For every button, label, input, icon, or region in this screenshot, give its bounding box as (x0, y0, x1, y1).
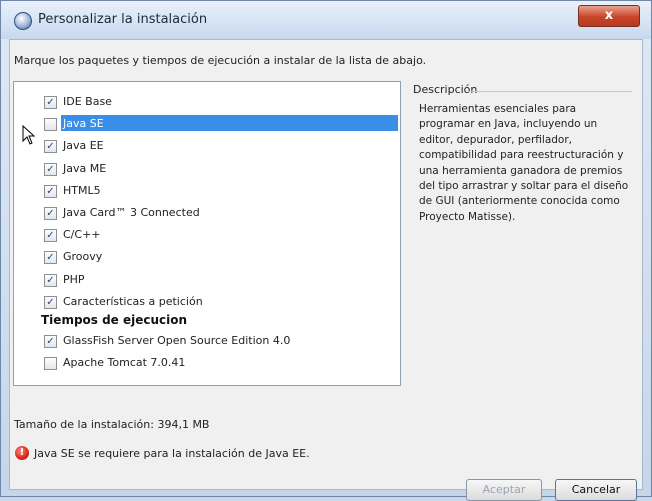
package-item[interactable]: ✓ Java Card™ 3 Connected (14, 204, 400, 225)
description-text: Herramientas esenciales para programar e… (419, 103, 629, 223)
description-title: Descripción (413, 83, 478, 96)
close-button[interactable]: x (578, 5, 640, 27)
package-label: Java EE (63, 139, 104, 152)
package-label: Groovy (63, 250, 103, 263)
package-list[interactable]: ✓ IDE Base Java SE ✓ Java EE ✓ Java ME ✓ HTML5 ✓ J… (13, 81, 401, 386)
description-divider (468, 91, 632, 92)
package-label: IDE Base (63, 95, 112, 108)
selection-highlight (61, 115, 398, 131)
checkbox-checked[interactable]: ✓ (44, 251, 57, 264)
package-label: Características a petición (63, 295, 203, 308)
package-label: PHP (63, 273, 85, 286)
netbeans-app-icon (14, 12, 32, 30)
error-icon: ! (15, 446, 29, 460)
package-label: Apache Tomcat 7.0.41 (63, 356, 186, 369)
package-label: Java SE (63, 117, 104, 130)
package-label: GlassFish Server Open Source Edition 4.0 (63, 334, 291, 347)
package-item[interactable]: ✓ C/C++ (14, 226, 400, 247)
package-item[interactable]: ✓ Características a petición (14, 293, 400, 314)
package-item[interactable]: Java SE (14, 115, 400, 136)
package-label: Java ME (63, 162, 107, 175)
runtimes-header: Tiempos de ejecucion (41, 313, 188, 327)
package-label: HTML5 (63, 184, 101, 197)
package-item[interactable]: ✓ Java ME (14, 160, 400, 181)
package-item[interactable]: Apache Tomcat 7.0.41 (14, 354, 400, 375)
package-item[interactable]: ✓ Java EE (14, 137, 400, 158)
package-item[interactable]: ✓ PHP (14, 271, 400, 292)
title-bar[interactable]: Personalizar la instalación x (1, 1, 651, 39)
package-item[interactable]: ✓ GlassFish Server Open Source Edition 4.… (14, 332, 400, 353)
cancel-button[interactable]: Cancelar (555, 479, 637, 501)
mouse-cursor-icon (22, 125, 36, 145)
installer-window: Personalizar la instalación x Marque los… (0, 0, 652, 501)
accept-button[interactable]: Aceptar (466, 479, 542, 501)
checkbox-checked[interactable]: ✓ (44, 96, 57, 109)
package-item[interactable]: ✓ HTML5 (14, 182, 400, 203)
checkbox-checked[interactable]: ✓ (44, 296, 57, 309)
package-label: Java Card™ 3 Connected (63, 206, 200, 219)
checkbox-checked[interactable]: ✓ (44, 140, 57, 153)
checkbox-checked[interactable]: ✓ (44, 335, 57, 348)
checkbox-checked[interactable]: ✓ (44, 185, 57, 198)
checkbox-checked[interactable]: ✓ (44, 163, 57, 176)
checkbox-unchecked[interactable] (44, 357, 57, 370)
checkbox-checked[interactable]: ✓ (44, 229, 57, 242)
package-item[interactable]: ✓ Groovy (14, 248, 400, 269)
error-message: Java SE se requiere para la instalación … (34, 447, 310, 460)
checkbox-unchecked[interactable] (44, 118, 57, 131)
checkbox-checked[interactable]: ✓ (44, 207, 57, 220)
checkbox-checked[interactable]: ✓ (44, 274, 57, 287)
package-item[interactable]: ✓ IDE Base (14, 93, 400, 114)
window-title: Personalizar la instalación (38, 12, 208, 27)
instructions-text: Marque los paquetes y tiempos de ejecuci… (14, 54, 427, 67)
install-size: Tamaño de la instalación: 394,1 MB (14, 418, 210, 431)
package-label: C/C++ (63, 228, 101, 241)
